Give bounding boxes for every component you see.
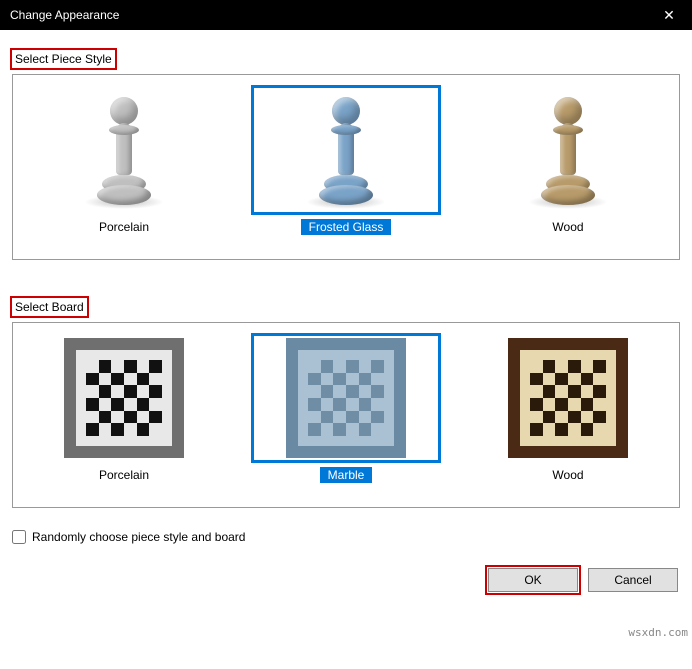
ok-button[interactable]: OK	[488, 568, 578, 592]
board-thumb	[29, 333, 219, 463]
dialog-content: Select Piece Style Porcelain Frosted Gla…	[0, 30, 692, 524]
board-option-wood[interactable]: Wood	[473, 333, 663, 483]
board-option-porcelain[interactable]: Porcelain	[29, 333, 219, 483]
board-option-label: Marble	[320, 467, 373, 483]
piece-style-heading: Select Piece Style	[10, 48, 117, 70]
board-option-marble[interactable]: Marble	[251, 333, 441, 483]
piece-option-label: Porcelain	[91, 219, 157, 235]
close-icon: ✕	[663, 7, 675, 24]
board-option-label: Porcelain	[91, 467, 157, 483]
piece-option-label: Wood	[544, 219, 591, 235]
random-checkbox-row[interactable]: Randomly choose piece style and board	[12, 530, 680, 544]
cancel-button[interactable]: Cancel	[588, 568, 678, 592]
random-checkbox-label: Randomly choose piece style and board	[32, 530, 245, 544]
piece-option-porcelain[interactable]: Porcelain	[29, 85, 219, 235]
watermark: wsxdn.com	[628, 626, 688, 639]
close-button[interactable]: ✕	[646, 0, 692, 30]
board-style-gallery: Porcelain Marble Wood	[12, 322, 680, 508]
board-thumb	[473, 333, 663, 463]
board-option-label: Wood	[544, 467, 591, 483]
board-thumb	[251, 333, 441, 463]
piece-option-frosted-glass[interactable]: Frosted Glass	[251, 85, 441, 235]
piece-option-label: Frosted Glass	[301, 219, 392, 235]
piece-style-gallery: Porcelain Frosted Glass Wood	[12, 74, 680, 260]
window-title: Change Appearance	[10, 8, 119, 22]
piece-option-wood[interactable]: Wood	[473, 85, 663, 235]
piece-thumb	[251, 85, 441, 215]
dialog-button-row: OK Cancel	[0, 562, 692, 602]
piece-thumb	[473, 85, 663, 215]
random-checkbox[interactable]	[12, 530, 26, 544]
piece-thumb	[29, 85, 219, 215]
board-style-heading: Select Board	[10, 296, 89, 318]
titlebar: Change Appearance ✕	[0, 0, 692, 30]
